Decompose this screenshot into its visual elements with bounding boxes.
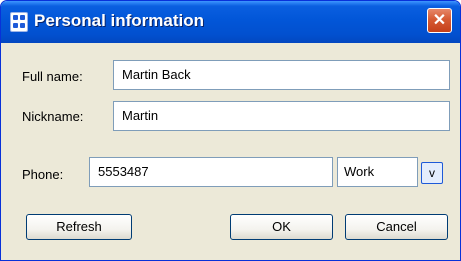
dialog-window: Personal information ✕ Full name: Martin… (0, 0, 461, 261)
phone-type-select[interactable]: Work (337, 157, 418, 187)
phone-label: Phone: (22, 167, 64, 182)
phone-type-dropdown-button[interactable]: v (421, 162, 443, 184)
nickname-label: Nickname: (22, 109, 84, 124)
cancel-button[interactable]: Cancel (345, 214, 448, 240)
close-icon: ✕ (432, 12, 447, 29)
chevron-down-icon: v (429, 166, 435, 180)
close-button[interactable]: ✕ (427, 8, 452, 33)
full-name-label: Full name: (22, 69, 83, 84)
dialog-body: Full name: Martin Back Nickname: Martin … (4, 43, 457, 257)
phone-field[interactable]: 5553487 (89, 157, 333, 187)
window-title: Personal information (34, 11, 205, 30)
ok-button[interactable]: OK (230, 214, 333, 240)
title-bar[interactable]: Personal information ✕ (1, 1, 460, 43)
nickname-field[interactable]: Martin (113, 101, 450, 131)
refresh-button[interactable]: Refresh (26, 214, 132, 240)
app-icon (10, 12, 28, 32)
full-name-field[interactable]: Martin Back (113, 60, 450, 90)
